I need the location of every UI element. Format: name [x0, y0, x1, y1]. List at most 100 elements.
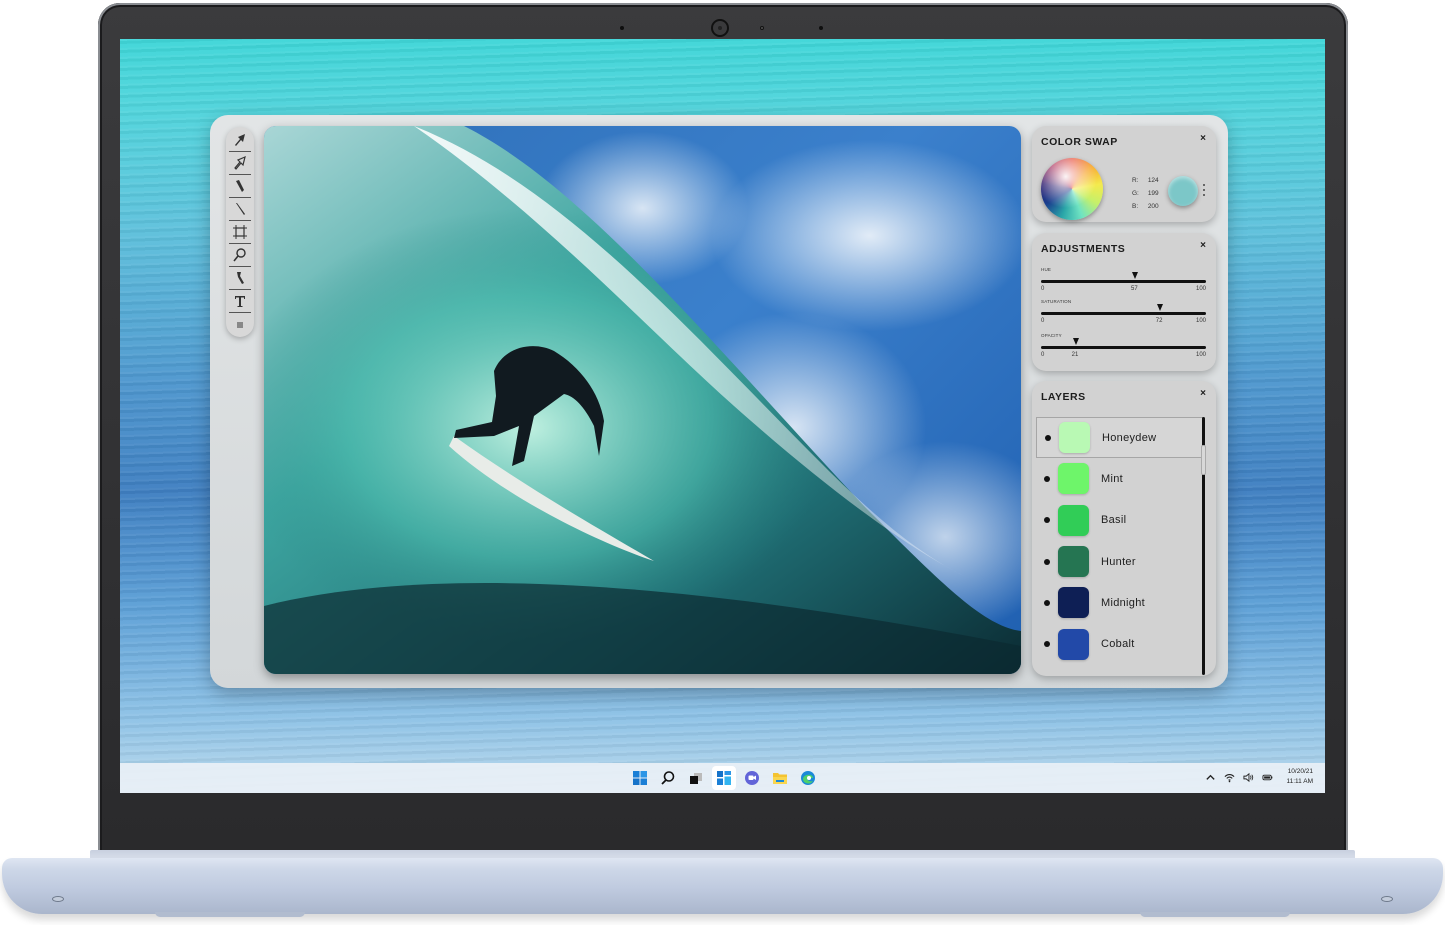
tool-brush[interactable]: [229, 198, 251, 221]
date-text: 10/20/21: [1287, 768, 1313, 775]
layer-name: Cobalt: [1101, 638, 1135, 651]
g-label: G:: [1132, 190, 1139, 197]
tool-fill[interactable]: [229, 313, 251, 336]
laptop-foot: [1140, 912, 1290, 917]
slider-max: 100: [1195, 318, 1206, 324]
slider-max: 100: [1195, 352, 1206, 358]
speaker-icon[interactable]: [1242, 772, 1254, 783]
layers-scrollbar[interactable]: [1201, 417, 1206, 675]
image-canvas[interactable]: [264, 126, 1021, 674]
file-explorer-button[interactable]: [768, 766, 792, 790]
layer-name: Hunter: [1101, 555, 1136, 568]
tool-eyedropper[interactable]: [229, 267, 251, 290]
layer-item[interactable]: Hunter: [1036, 541, 1203, 582]
search-icon: [661, 771, 675, 785]
r-value: 124: [1147, 177, 1159, 184]
battery-icon[interactable]: [1261, 772, 1273, 783]
laptop-foot: [155, 912, 305, 917]
taskbar-clock[interactable]: 10/20/21 11:11 AM: [1287, 767, 1314, 787]
rgb-r-readout: R: 124: [1132, 177, 1162, 184]
desktop-screen: COLOR SWAP × R: 124 G: 199 B: 200 ADJUST…: [120, 39, 1325, 793]
visibility-dot[interactable]: [1044, 475, 1050, 482]
tool-zoom[interactable]: [229, 244, 251, 267]
close-icon[interactable]: ×: [1200, 133, 1206, 144]
slider-value: 57: [1131, 286, 1138, 292]
folder-icon: [773, 773, 787, 784]
wifi-icon[interactable]: [1224, 772, 1235, 783]
b-value: 200: [1147, 203, 1159, 210]
slider-thumb[interactable]: [1072, 338, 1079, 345]
slider-thumb[interactable]: [1156, 304, 1163, 311]
layer-name: Basil: [1101, 514, 1127, 527]
color-wheel[interactable]: [1041, 158, 1103, 220]
layer-name: Midnight: [1101, 596, 1145, 609]
layer-item[interactable]: Midnight: [1036, 582, 1203, 623]
magnifier-icon: [233, 248, 246, 262]
layer-item[interactable]: Mint: [1036, 458, 1203, 499]
square-icon: [237, 321, 243, 328]
scrollbar-thumb[interactable]: [1201, 445, 1206, 475]
pencil-icon: [236, 180, 244, 192]
slider-value: 21: [1071, 352, 1079, 358]
opacity-slider: OPACITY 0 21 100: [1041, 333, 1206, 360]
visibility-dot[interactable]: [1044, 641, 1050, 648]
arrow-cursor-icon: [235, 134, 245, 146]
widgets-button[interactable]: [712, 766, 736, 790]
rgb-g-readout: G: 199: [1132, 190, 1162, 197]
slider-label: SATURATION: [1041, 299, 1072, 304]
sensor-dot: [620, 26, 624, 30]
tool-crop[interactable]: [229, 221, 251, 244]
windows-start-icon: [633, 771, 647, 785]
visibility-dot[interactable]: [1045, 434, 1051, 441]
status-led: [1381, 896, 1393, 902]
tool-select[interactable]: [229, 129, 251, 152]
tool-pencil[interactable]: [229, 175, 251, 198]
tool-palette: [226, 127, 254, 337]
visibility-dot[interactable]: [1044, 517, 1050, 524]
crop-icon: [233, 225, 247, 239]
edge-browser-icon: [801, 771, 815, 785]
chevron-up-icon[interactable]: [1205, 772, 1216, 783]
sensor-dot: [760, 26, 764, 30]
text-icon: [235, 296, 245, 307]
slider-track[interactable]: [1041, 304, 1206, 315]
layer-name: Mint: [1101, 472, 1123, 485]
hue-slider: HUE 0 57 100: [1041, 267, 1206, 294]
task-view-button[interactable]: [684, 766, 708, 790]
slider-label: HUE: [1041, 267, 1052, 272]
search-button[interactable]: [656, 766, 680, 790]
status-led: [52, 896, 64, 902]
slider-min: 0: [1041, 352, 1045, 358]
visibility-dot[interactable]: [1044, 599, 1050, 606]
chat-button[interactable]: [740, 766, 764, 790]
surf-photo: [264, 126, 1021, 674]
slider-thumb[interactable]: [1132, 272, 1139, 279]
start-button[interactable]: [628, 766, 652, 790]
slider-label: OPACITY: [1041, 333, 1062, 338]
close-icon[interactable]: ×: [1200, 388, 1206, 399]
layer-color-swatch: [1058, 587, 1089, 619]
close-icon[interactable]: ×: [1200, 240, 1206, 251]
layer-item[interactable]: Cobalt: [1036, 623, 1203, 664]
edge-button[interactable]: [796, 766, 820, 790]
tool-text[interactable]: [229, 290, 251, 313]
layer-color-swatch: [1058, 546, 1089, 578]
task-view-icon: [690, 773, 702, 784]
slider-value: 72: [1155, 318, 1163, 324]
tool-direct-select[interactable]: [229, 152, 251, 175]
adjustments-panel: ADJUSTMENTS × HUE 0 57 100 SATURATION 0 …: [1032, 233, 1216, 371]
layer-item[interactable]: Basil: [1036, 500, 1203, 541]
layer-name: Honeydew: [1102, 431, 1157, 444]
more-options-icon[interactable]: [1203, 184, 1206, 199]
taskbar: 10/20/21 11:11 AM: [120, 763, 1325, 793]
selected-color-swatch[interactable]: [1168, 176, 1198, 206]
panel-title: LAYERS: [1041, 391, 1086, 403]
slider-min: 0: [1041, 286, 1045, 292]
layer-item[interactable]: Honeydew: [1036, 417, 1203, 459]
slider-track[interactable]: [1041, 338, 1206, 349]
slider-min: 0: [1041, 318, 1045, 324]
visibility-dot[interactable]: [1044, 558, 1050, 565]
sensor-dot: [819, 26, 823, 30]
brush-icon: [236, 203, 245, 215]
slider-track[interactable]: [1041, 272, 1206, 283]
